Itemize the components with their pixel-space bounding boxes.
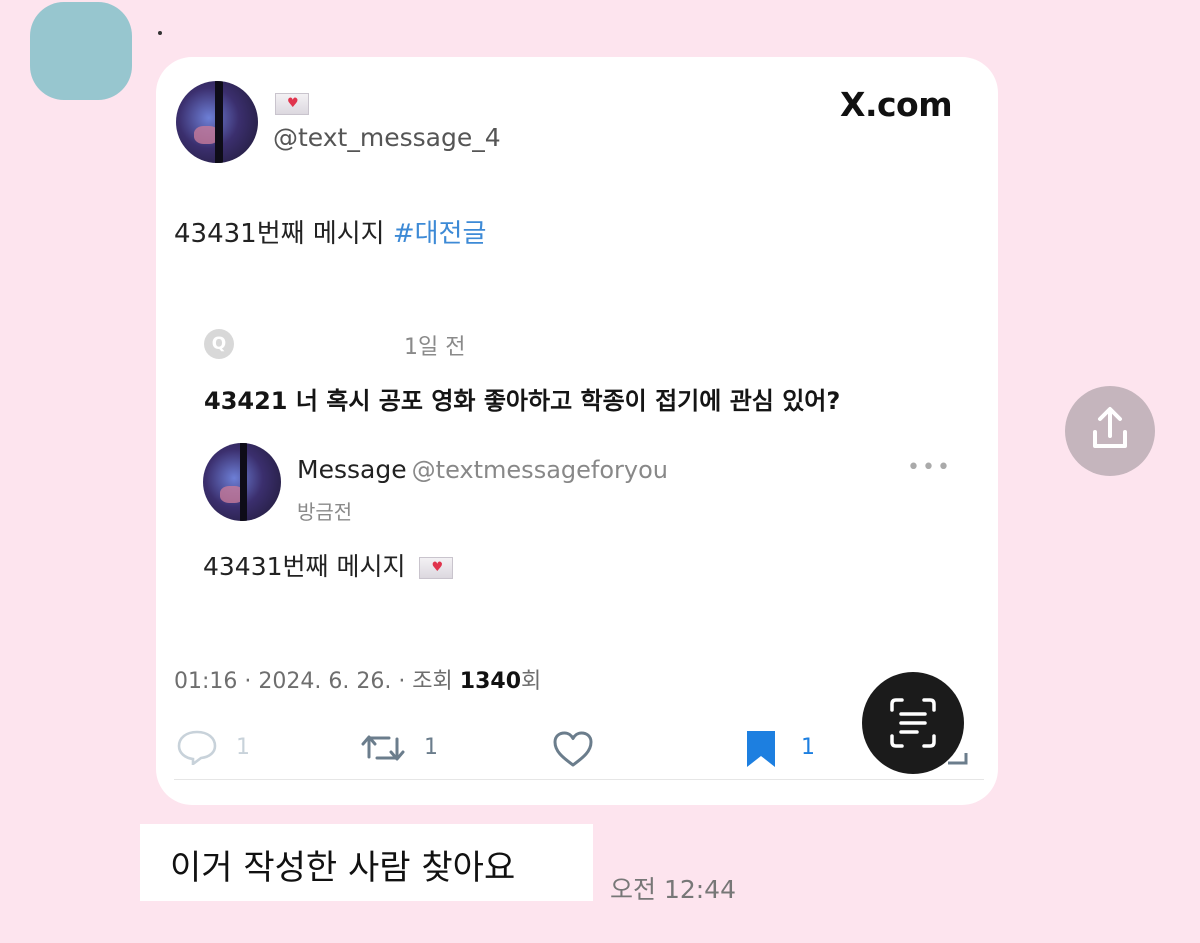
more-options-icon[interactable]: ••• [907, 455, 952, 480]
reply-time: 방금전 [297, 500, 353, 524]
message-time: 오전 12:44 [610, 875, 736, 904]
author-handle[interactable]: @text_message_4 [273, 123, 501, 152]
q-badge-icon: Q [204, 329, 234, 359]
sender-name-marker [158, 31, 162, 35]
like-icon[interactable] [552, 730, 594, 772]
reply-name[interactable]: Message [297, 455, 407, 484]
post-body: 43431번째 메시지 [174, 219, 385, 249]
author-avatar[interactable] [176, 81, 258, 163]
reply-author: Message @textmessageforyou [297, 455, 668, 484]
repost-count: 1 [424, 735, 438, 760]
reply-count: 1 [236, 735, 250, 760]
quote-question: 43421 너 혹시 공포 영화 좋아하고 학종이 접기에 관심 있어? [204, 387, 841, 415]
share-button[interactable] [1065, 386, 1155, 476]
card-divider [174, 779, 984, 780]
text-scan-icon [890, 698, 936, 748]
repost-icon[interactable] [359, 731, 407, 769]
envelope-heart-icon: ♥ [419, 557, 454, 579]
reply-avatar[interactable] [203, 443, 281, 521]
post-date-line: 01:16 · 2024. 6. 26. · 조회 [174, 669, 460, 694]
envelope-heart-icon: ♥ [275, 93, 309, 115]
sender-avatar[interactable] [30, 2, 132, 100]
quote-time: 1일 전 [404, 335, 466, 360]
reply-body: 43431번째 메시지 [203, 552, 406, 581]
text-scan-button[interactable] [862, 672, 964, 774]
reply-text: 43431번째 메시지 ♥ [203, 547, 454, 583]
reply-handle[interactable]: @textmessageforyou [412, 456, 668, 484]
view-count: 1340 [459, 669, 522, 694]
x-logo: X.com [840, 85, 953, 124]
chat-message-bubble[interactable]: 이거 작성한 사람 찾아요 [140, 824, 593, 901]
share-icon [1093, 407, 1127, 448]
reply-icon[interactable] [176, 729, 218, 769]
view-suffix: 회 [521, 669, 542, 694]
hashtag-link[interactable]: #대전글 [393, 219, 487, 249]
bookmark-count: 1 [801, 735, 815, 760]
post-text: 43431번째 메시지 #대전글 [174, 213, 486, 250]
bookmark-icon[interactable] [745, 729, 777, 773]
post-meta: 01:16 · 2024. 6. 26. · 조회 1340회 [174, 663, 541, 695]
